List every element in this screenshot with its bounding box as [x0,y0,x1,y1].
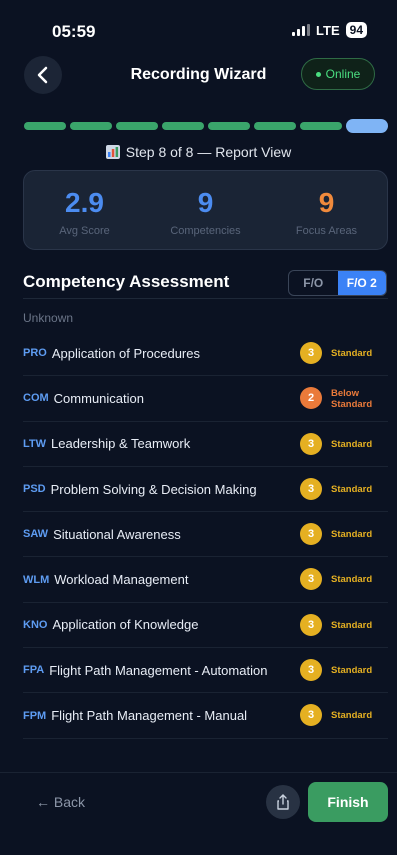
section-divider [23,298,388,299]
crew-member-name: Unknown [23,311,74,325]
competency-code: COM [23,392,49,405]
signal-icon [292,24,311,36]
stat-label: Avg Score [59,225,110,237]
step-progress-bar [24,119,388,133]
rating-label: Standard [331,710,373,722]
progress-segment [70,122,112,130]
score-badge: 3 [300,659,322,682]
stat-label: Competencies [170,225,241,237]
summary-stats-card: 2.9 Avg Score 9 Competencies 9 Focus Areas [23,170,388,250]
competency-row[interactable]: KNO Application of Knowledge 3 Standard [23,603,388,649]
step-label-text: Step 8 of 8 — Report View [125,144,292,160]
score-badge: 2 [300,387,322,410]
progress-segment [208,122,250,130]
rating-label: Standard [331,529,373,541]
competency-row[interactable]: PSD Problem Solving & Decision Making 3 Sta… [23,467,388,513]
competency-row[interactable]: WLM Workload Management 3 Standard [23,557,388,603]
competency-code: PSD [23,483,46,496]
finish-button[interactable]: Finish [308,782,388,822]
score-badge: 3 [300,568,322,591]
rating-label: Standard [331,348,373,359]
score-badge: 3 [300,342,322,364]
back-link[interactable]: ← Back [36,794,85,810]
score-badge: 3 [300,523,322,546]
stat-item: 9 Focus Areas [266,171,387,249]
competency-code: KNO [23,618,48,631]
toggle-option[interactable]: F/O [289,271,338,295]
competency-code: PRO [23,347,47,360]
progress-segment [162,122,204,130]
competency-name: Communication [53,390,144,406]
competency-row[interactable]: FPA Flight Path Management - Automation 3 S… [23,648,388,694]
progress-segment [116,122,158,130]
online-dot-icon [315,71,321,77]
competency-name: Workload Management [54,572,189,588]
stat-label: Focus Areas [295,225,358,237]
rating-label: Standard [331,483,373,495]
bar-chart-icon [105,145,120,159]
score-badge: 3 [300,704,322,727]
share-icon [277,794,289,810]
network-label: LTE [316,22,340,38]
progress-segment [254,122,296,130]
status-time: 05:59 [52,22,96,41]
online-status-badge: Online [301,58,375,90]
progress-segment [24,122,66,130]
battery-icon: 94 [345,22,367,38]
score-badge: 3 [300,432,322,455]
stat-item: 9 Competencies [145,171,266,249]
competency-row[interactable]: SAW Situational Awareness 3 Standard [23,512,388,558]
rating-label: Standard [331,574,373,586]
competency-code: FPA [23,664,45,677]
competency-row[interactable]: PRO Application of Procedures 3 Standard [23,331,388,377]
toggle-option[interactable]: F/O 2 [337,271,386,295]
competency-code: WLM [23,573,50,586]
section-title: Competency Assessment [23,272,230,291]
competency-code: SAW [23,528,49,541]
share-button[interactable] [266,785,300,819]
competency-name: Flight Path Management - Manual [51,708,248,724]
competency-row[interactable]: LTW Leadership & Teamwork 3 Standard [23,422,388,467]
rating-label: Below Standard [331,387,373,410]
stat-value: 2.9 [65,187,104,218]
competency-list: PRO Application of Procedures 3 Standard COM… [23,331,388,739]
online-label: Online [325,67,361,81]
header: Recording Wizard Online [0,56,397,96]
score-badge: 3 [300,477,322,500]
step-label: Step 8 of 8 — Report View [0,144,397,160]
status-indicators: LTE 94 [292,22,367,38]
competency-name: Application of Procedures [51,345,200,361]
rating-label: Standard [331,619,373,631]
stat-value: 9 [197,187,214,218]
competency-code: LTW [23,437,47,450]
competency-row[interactable]: COM Communication 2 Below Standard [23,376,388,422]
rating-label: Standard [331,438,373,450]
competency-name: Flight Path Management - Automation [49,662,268,678]
progress-segment [346,119,388,133]
status-bar: 05:59 LTE 94 [0,0,397,48]
competency-code: FPM [23,709,47,722]
score-badge: 3 [300,613,322,636]
competency-name: Application of Knowledge [52,617,199,633]
competency-name: Problem Solving & Decision Making [50,481,257,497]
footer-divider [0,772,397,773]
crew-toggle: F/O F/O 2 [288,270,387,296]
stat-item: 2.9 Avg Score [24,171,145,249]
rating-label: Standard [331,665,373,677]
stat-value: 9 [318,187,335,218]
progress-segment [300,122,342,130]
competency-name: Situational Awareness [53,526,181,542]
competency-row[interactable]: FPM Flight Path Management - Manual 3 Stand… [23,693,388,739]
competency-name: Leadership & Teamwork [51,436,191,452]
